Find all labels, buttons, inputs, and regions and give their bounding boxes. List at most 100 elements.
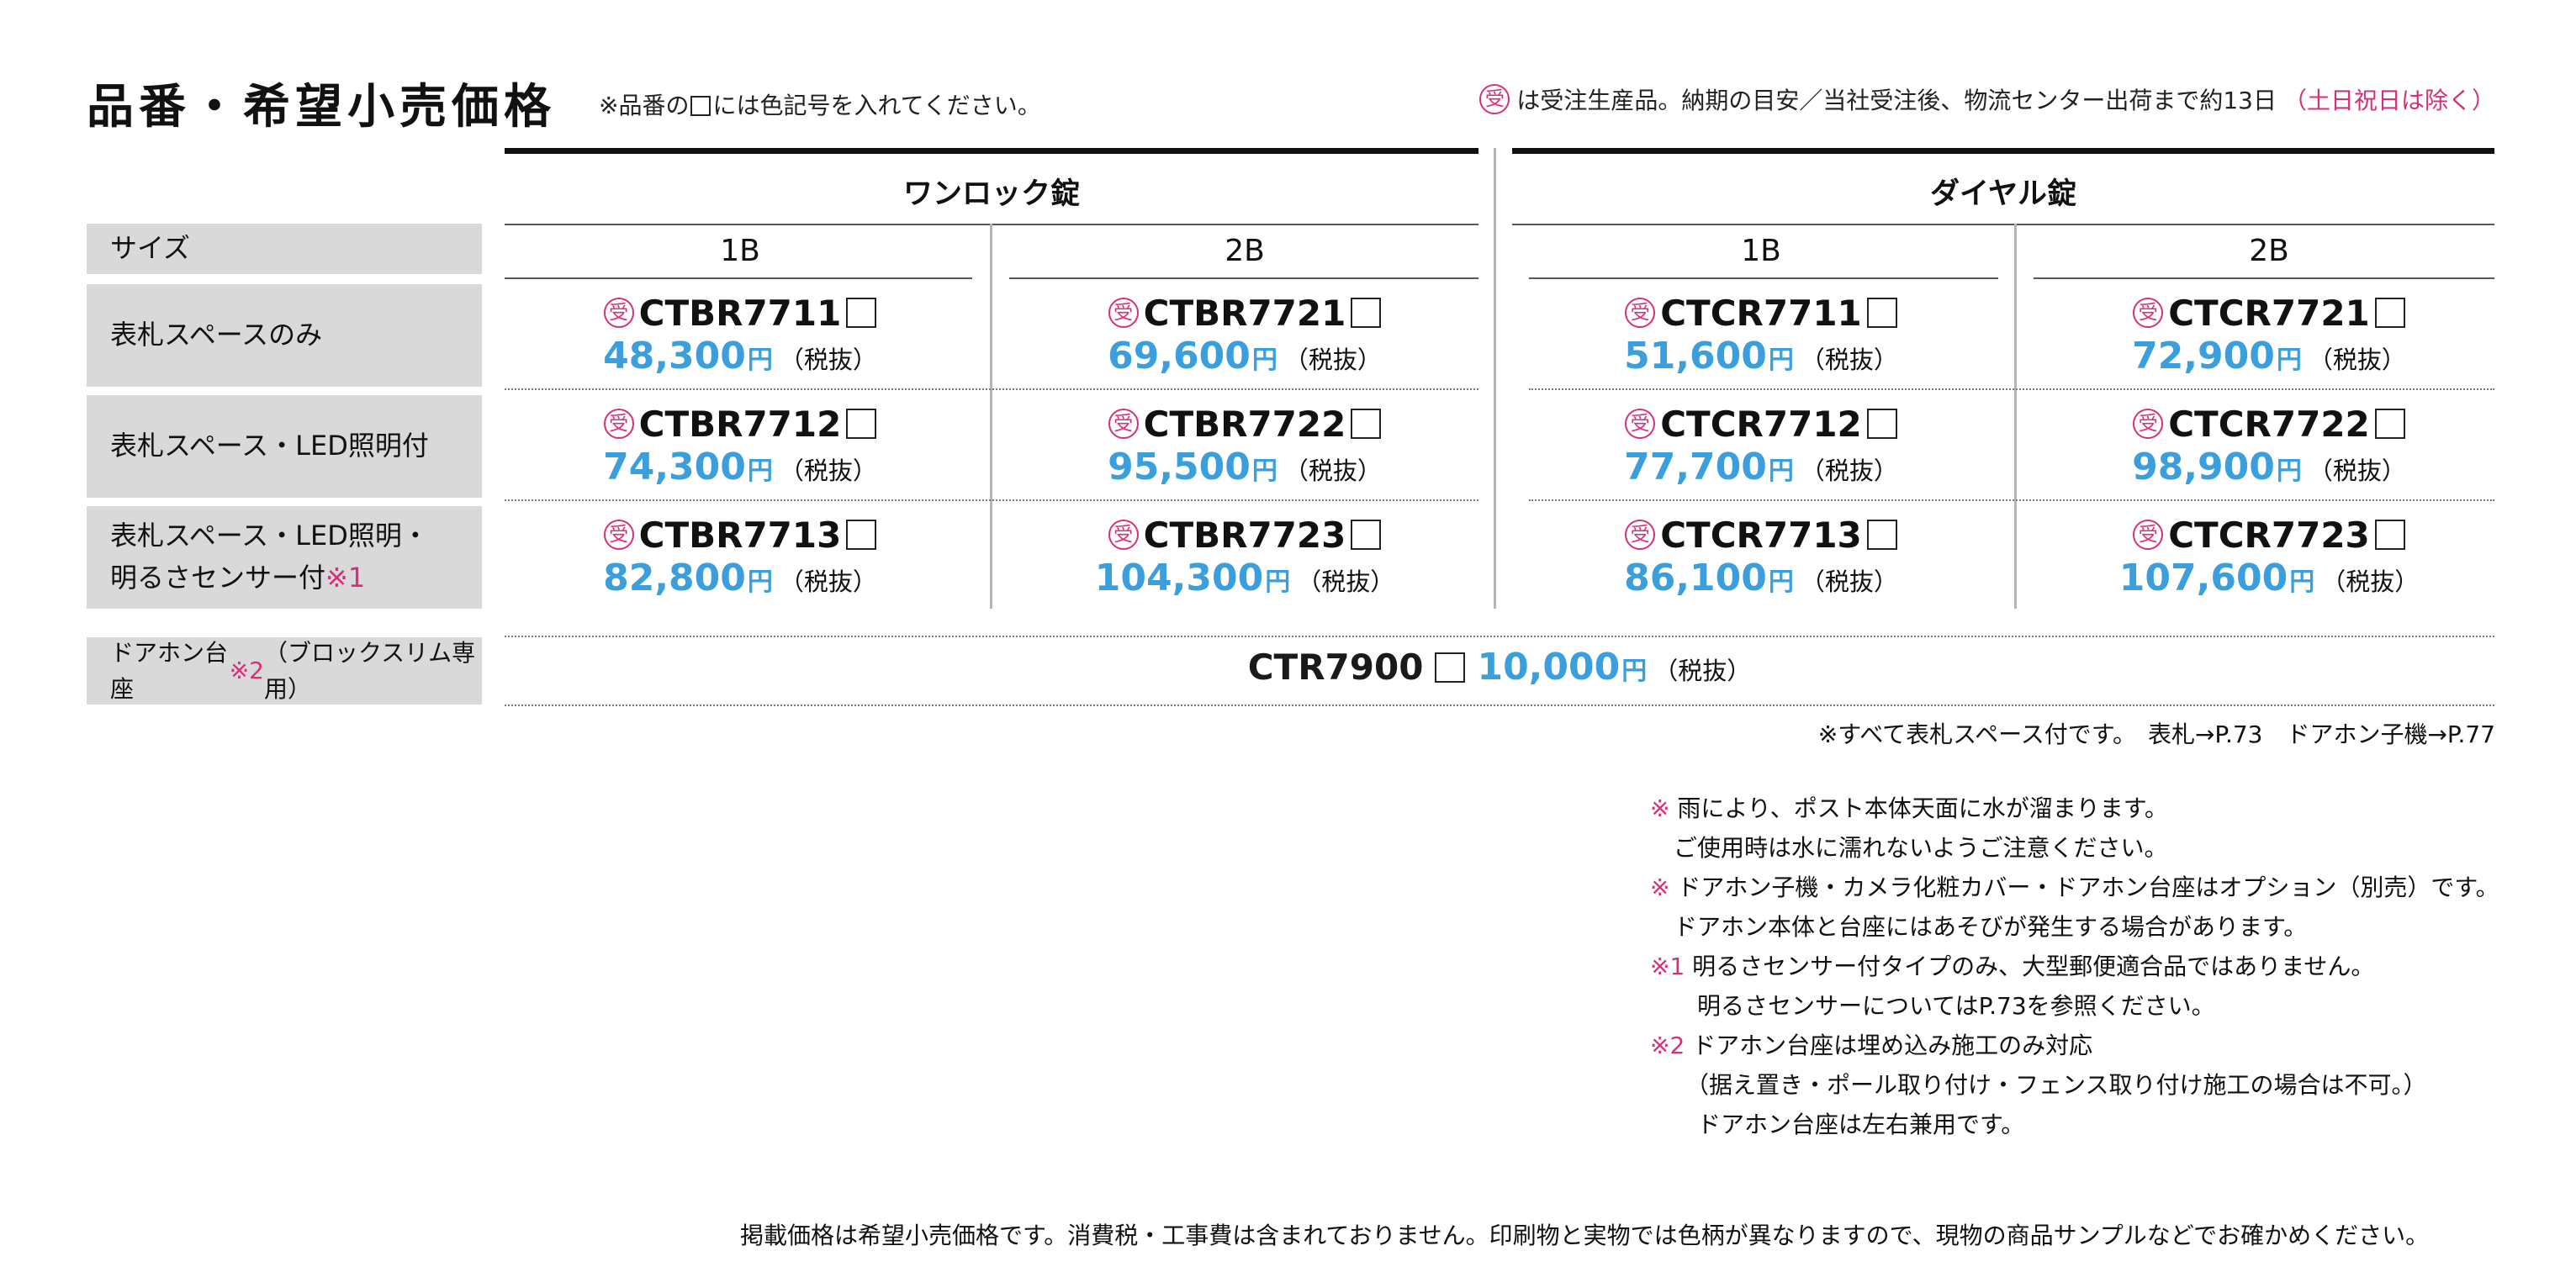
price-value: 104,300 [1094,557,1264,599]
note-text: ドアホン台座は埋め込み施工のみ対応 [1685,1032,2093,1059]
price-cell: 受 CTBR7713 82,800 円（税抜） [505,513,976,604]
row-label-3-line1: 表札スペース・LED照明・ [110,520,429,552]
price-line: 104,300 円（税抜） [1009,557,1480,604]
group-title-onelock: ワンロック錠 [902,177,1080,211]
price-line: 48,300 円（税抜） [505,335,976,382]
model-number: CTBR7722 [1143,403,1346,445]
tax-note: （税抜） [1800,567,1898,596]
note-line: ドアホン本体と台座にはあそびが発生する場合があります。 [1650,907,2499,947]
row-label-2-text: 表札スペース・LED照明付 [110,430,429,462]
price-cell: 受 CTCR7711 51,600 円（税抜） [1526,291,1997,382]
price-value: 82,800 [603,557,746,599]
price-cell: 受 CTCR7722 98,900 円（税抜） [2034,402,2505,493]
row-label-3-line2: 明るさセンサー付 [110,562,326,594]
order-mark-icon: 受 [1108,409,1139,439]
order-note-text: は受注生産品。納期の目安／当社受注後、物流センター出荷まで約13日 [1516,87,2277,114]
note-line: ※1 明るさセンサー付タイプのみ、大型郵便適合品ではありません。 [1650,947,2499,986]
color-square-icon [2374,409,2405,439]
yen-unit: 円 [2276,457,2302,486]
group-rule-dial [1512,148,2494,154]
model-number: CTCR7723 [2168,514,2370,556]
note-text: ご使用時は水に濡れないようご注意ください。 [1650,834,2168,862]
price-line: 98,900 円（税抜） [2034,446,2505,493]
order-note: 受 は受注生産品。納期の目安／当社受注後、物流センター出荷まで約13日 （土日祝日… [1479,82,2495,116]
row-label-3-mark: ※1 [325,562,366,594]
color-square-icon [2374,298,2405,328]
note-line: （据え置き・ポール取り付け・フェンス取り付け施工の場合は不可。） [1650,1065,2499,1105]
yen-unit: 円 [747,567,773,597]
color-square-icon [1866,409,1897,439]
yen-unit: 円 [2276,346,2302,375]
model-line: 受 CTBR7712 [505,402,976,446]
note-line: ※ 雨により、ポスト本体天面に水が溜まります。 [1650,789,2499,828]
price-line: 86,100 円（税抜） [1526,557,1997,604]
model-line: 受 CTBR7722 [1009,402,1480,446]
order-mark-icon: 受 [2133,298,2164,328]
order-mark-icon: 受 [1625,409,1656,439]
doorphone-top-divider [505,636,2494,637]
tax-note: （税抜） [1653,657,1752,685]
price-cell: 受 CTCR7712 77,700 円（税抜） [1526,402,1997,493]
color-square-icon [846,409,877,439]
model-number: CTBR7713 [638,514,842,556]
model-line: 受 CTCR7721 [2034,291,2505,335]
tax-note: （税抜） [1800,346,1898,374]
model-line: 受 CTCR7712 [1526,402,1997,446]
doorphone-label-suffix: （ブロックスリム専用） [263,638,476,703]
yen-unit: 円 [1251,346,1277,375]
order-mark-icon: 受 [1625,520,1656,550]
doorphone-model: CTR7900 [1247,647,1424,688]
model-number: CTBR7721 [1143,292,1346,334]
note-mark: ※1 [1650,953,1685,980]
yen-unit: 円 [1768,567,1794,597]
footer-note: 掲載価格は希望小売価格です。消費税・工事費は含まれておりません。印刷物と実物では… [740,1222,2430,1249]
color-square-icon [1351,520,1382,550]
note-mark: ※2 [1650,1032,1685,1059]
group-divider-dial [1512,224,2494,225]
model-number: CTCR7711 [1660,292,1862,334]
price-cell: 受 CTCR7723 107,600 円（税抜） [2034,513,2505,604]
tax-note: （税抜） [2308,346,2406,374]
note-line: ※ ドアホン子機・カメラ化粧カバー・ドアホン台座はオプション（別売）です。 [1650,868,2499,907]
notes-list: ※ 雨により、ポスト本体天面に水が溜まります。 ご使用時は水に濡れないようご注意… [1650,789,2499,1144]
note-line: ※2 ドアホン台座は埋め込み施工のみ対応 [1650,1026,2499,1065]
order-mark-icon: 受 [2133,520,2164,550]
size-label: サイズ [87,224,482,274]
note-text: ドアホン本体と台座にはあそびが発生する場合があります。 [1650,913,2308,941]
doorphone-cell: CTR7900 10,000 円（税抜） [505,646,2494,689]
doorphone-label-text: ドアホン台座 [110,638,229,703]
size-underline-3 [1529,277,1998,279]
note-text: 雨により、ポスト本体天面に水が溜まります。 [1669,794,2168,822]
row-label-2: 表札スペース・LED照明付 [87,395,482,498]
doorphone-bottom-divider [505,705,2494,706]
yen-unit: 円 [1768,457,1794,486]
order-mark-icon: 受 [603,520,634,550]
model-line: 受 CTBR7723 [1009,513,1480,557]
note-mark: ※ [1650,874,1670,901]
size-col-3: 1B [1741,234,1781,268]
model-line: 受 CTCR7711 [1526,291,1997,335]
tax-note: （税抜） [1800,457,1898,485]
square-note-pre: ※品番の [599,92,690,119]
yen-unit: 円 [1621,657,1648,686]
row-label-1: 表札スペースのみ [87,284,482,387]
column-separator-2 [2014,224,2017,609]
size-underline-4 [2034,277,2494,279]
tax-note: （税抜） [779,346,877,374]
row-label-1-text: 表札スペースのみ [110,319,323,351]
note-mark: ※ [1650,794,1670,822]
color-square-icon [2374,520,2405,550]
price-cell: 受 CTCR7721 72,900 円（税抜） [2034,291,2505,382]
row-divider-2a [505,499,1478,501]
square-note: ※品番の には色記号を入れてください。 [599,87,1041,121]
model-line: 受 CTCR7722 [2034,402,2505,446]
group-separator [1494,148,1496,609]
size-col-2: 2B [1225,234,1265,268]
price-cell: 受 CTBR7723 104,300 円（税抜） [1009,513,1480,604]
model-line: 受 CTBR7721 [1009,291,1480,335]
model-number: CTBR7723 [1143,514,1346,556]
column-separator-1 [990,224,992,609]
price-value: 95,500 [1108,446,1251,488]
page-title: 品番・希望小売価格 [87,80,556,135]
group-rule-onelock [505,148,1478,154]
